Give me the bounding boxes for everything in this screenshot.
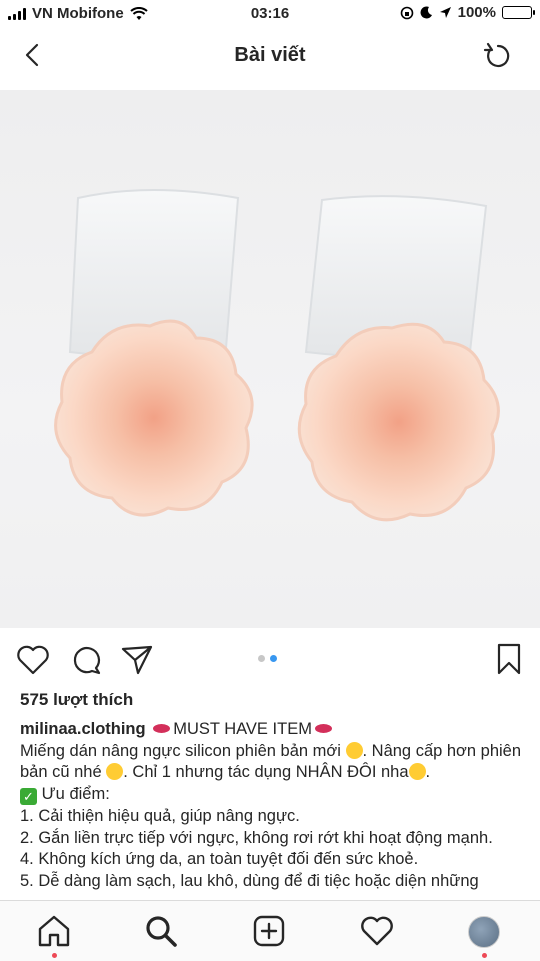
- bookmark-icon[interactable]: [494, 642, 524, 676]
- list-item: 4. Không kích ứng da, an toàn tuyệt đối …: [20, 850, 419, 869]
- caption-text: Miếng dán nâng ngực silicon phiên bản mớ…: [20, 741, 341, 760]
- likes-count[interactable]: 575 lượt thích: [20, 690, 133, 710]
- profile-tab[interactable]: [468, 916, 500, 948]
- status-right: 100%: [400, 4, 535, 21]
- page-title: Bài viết: [234, 44, 306, 66]
- clap-emoji-icon: [345, 741, 363, 759]
- pros-label: Ưu điểm:: [41, 785, 110, 804]
- activity-icon[interactable]: [359, 913, 395, 949]
- lips-emoji-icon: [314, 724, 332, 733]
- battery-icon: [502, 6, 535, 19]
- list-item: 1. Cải thiện hiệu quả, giúp nâng ngực.: [20, 806, 300, 825]
- profile-notification-dot: [482, 953, 487, 958]
- caption-text: .: [425, 763, 431, 782]
- home-notification-dot: [52, 953, 57, 958]
- product-image: [54, 189, 500, 522]
- battery-percent: 100%: [457, 4, 496, 21]
- post-photo[interactable]: [0, 90, 540, 628]
- check-mark-icon: ✓: [20, 788, 37, 806]
- header: Bài viết: [0, 28, 540, 84]
- carousel-indicator: [258, 655, 277, 662]
- caption-text: . Chỉ 1 nhưng tác dụng NHÂN ĐÔI nha: [123, 763, 409, 782]
- heart-eyes-emoji-icon: [106, 763, 124, 781]
- status-bar: VN Mobifone 03:16 100%: [0, 0, 540, 28]
- username-link[interactable]: milinaa.clothing: [20, 720, 146, 738]
- heart-icon[interactable]: [16, 644, 50, 676]
- location-icon: [439, 7, 451, 18]
- pros-heading: ✓ Ưu điểm:: [20, 784, 525, 806]
- caption-first-line: milinaa.clothing MUST HAVE ITEM: [20, 719, 525, 741]
- avatar: [468, 916, 500, 948]
- lips-emoji-icon: [153, 724, 171, 733]
- moon-icon: [420, 6, 432, 19]
- caption-description: Miếng dán nâng ngực silicon phiên bản mớ…: [20, 741, 525, 784]
- home-icon[interactable]: [36, 913, 72, 949]
- bottom-tab-bar: [0, 900, 540, 961]
- list-item: 2. Gắn liền trực tiếp với ngực, không rơ…: [20, 828, 493, 847]
- comment-icon[interactable]: [70, 644, 102, 676]
- heart-eyes-emoji-icon: [408, 763, 426, 781]
- post-actions: [0, 640, 540, 680]
- post-caption: milinaa.clothing MUST HAVE ITEM Miếng dá…: [20, 719, 525, 899]
- search-icon[interactable]: [143, 913, 179, 949]
- add-icon[interactable]: [251, 913, 287, 949]
- carousel-dot-active: [270, 655, 277, 662]
- share-icon[interactable]: [120, 644, 154, 676]
- caption-headline: MUST HAVE ITEM: [173, 720, 312, 738]
- carousel-dot: [258, 655, 265, 662]
- list-item: 5. Dễ dàng làm sạch, lau khô, dùng để đi…: [20, 871, 479, 890]
- refresh-icon[interactable]: [482, 40, 514, 72]
- lock-rotation-icon: [400, 6, 413, 19]
